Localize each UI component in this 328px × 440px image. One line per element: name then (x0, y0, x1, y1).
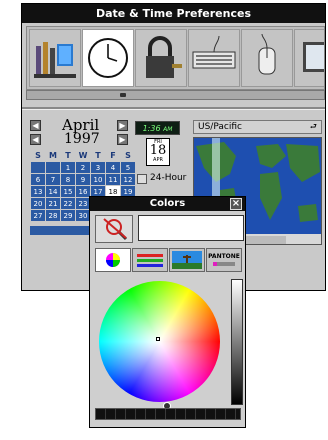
calendar-day[interactable]: 20 (30, 197, 46, 210)
pantone-icon (213, 262, 235, 266)
calendar-day[interactable]: 8 (60, 173, 76, 186)
clock-meridiem: AM (163, 126, 173, 133)
brightness-slider[interactable] (231, 279, 243, 405)
calendar-week-row: 12345 (30, 161, 136, 174)
calendar-day[interactable]: 21 (45, 197, 61, 210)
pantone-tab[interactable]: PANTONE (206, 248, 242, 272)
calendar-day[interactable]: 10 (90, 173, 106, 186)
color-wheel[interactable] (99, 281, 220, 402)
colors-title-text: Colors (149, 198, 186, 209)
close-icon[interactable]: × (230, 198, 242, 210)
padlock-icon[interactable] (135, 29, 187, 87)
calendar-day[interactable]: 27 (30, 209, 46, 222)
calendar-day[interactable]: 2 (75, 161, 91, 174)
custom-color-swatches[interactable] (95, 408, 241, 420)
calendar-day[interactable]: 4 (105, 161, 121, 174)
calendar-day[interactable]: 13 (30, 185, 46, 198)
calendar-empty-cell (30, 161, 46, 174)
weekday-header: W (78, 151, 88, 160)
calendar-empty-cell (45, 161, 61, 174)
magnifier-icon (103, 218, 128, 241)
calendar-day[interactable]: 6 (30, 173, 46, 186)
weekday-header: T (95, 151, 101, 160)
clock-time: 1:36 (142, 124, 161, 133)
calendar-day[interactable]: 29 (60, 209, 76, 222)
calendar-day[interactable]: 11 (105, 173, 121, 186)
calendar-day[interactable]: 9 (75, 173, 91, 186)
next-year-button[interactable]: ▶ (117, 134, 128, 145)
magnifier-button[interactable] (95, 215, 133, 243)
colors-window: Colors × PANTONE (89, 196, 246, 428)
current-color-swatch (138, 215, 244, 241)
calendar-day[interactable]: 28 (45, 209, 61, 222)
calendar-day[interactable]: 15 (60, 185, 76, 198)
year-label: 1997 (64, 131, 100, 147)
next-month-button[interactable]: ▶ (117, 120, 128, 131)
calendar-day[interactable]: 22 (60, 197, 76, 210)
color-wheel-tab[interactable] (95, 248, 131, 272)
monitor-icon[interactable] (294, 29, 324, 87)
calendar-day[interactable]: 7 (45, 173, 61, 186)
pantone-label: PANTONE (208, 253, 240, 260)
preferences-icon-strip (26, 26, 325, 90)
colors-window-title: Colors × (90, 197, 245, 211)
window-title: Date & Time Preferences (22, 4, 325, 23)
calendar-day[interactable]: 5 (120, 161, 136, 174)
rack-icon[interactable] (29, 29, 81, 87)
calendar-day[interactable]: 1 (60, 161, 76, 174)
icon-strip-scrollbar[interactable] (26, 90, 325, 100)
weekday-header: T (65, 151, 71, 160)
date-icon: FRI 18 APR (146, 138, 170, 166)
previous-month-button[interactable]: ◀ (30, 120, 41, 131)
image-palette-icon (172, 251, 202, 269)
keyboard-icon[interactable] (188, 29, 240, 87)
weekday-header: S (35, 151, 41, 160)
weekday-header: F (110, 151, 116, 160)
image-palette-tab[interactable] (169, 248, 205, 272)
sliders-tab[interactable] (132, 248, 168, 272)
timezone-select[interactable]: US/Pacific ⮐ (193, 120, 322, 134)
dropdown-arrow-icon: ⮐ (309, 122, 317, 131)
calendar-day[interactable]: 14 (45, 185, 61, 198)
calendar-day[interactable]: 12 (120, 173, 136, 186)
previous-year-button[interactable]: ◀ (30, 134, 41, 145)
weekday-header: M (49, 151, 57, 160)
24-hour-checkbox[interactable] (137, 174, 147, 184)
mouse-icon[interactable] (241, 29, 293, 87)
color-wheel-icon (106, 253, 120, 267)
scrollbar-thumb[interactable] (120, 93, 126, 97)
color-cursor[interactable] (156, 337, 160, 341)
calendar-week-row: 6 7 8 9 10 11 12 (30, 173, 136, 186)
weekday-header: S (125, 151, 131, 160)
timezone-value: US/Pacific (198, 122, 242, 132)
calendar-day[interactable]: 3 (90, 161, 106, 174)
24-hour-label: 24-Hour (150, 173, 187, 183)
date-icon-day: 18 (149, 143, 167, 158)
digital-clock: 1:36 AM (135, 121, 180, 135)
sliders-icon (137, 254, 163, 267)
clock-icon[interactable] (82, 29, 134, 87)
divider (22, 107, 325, 110)
